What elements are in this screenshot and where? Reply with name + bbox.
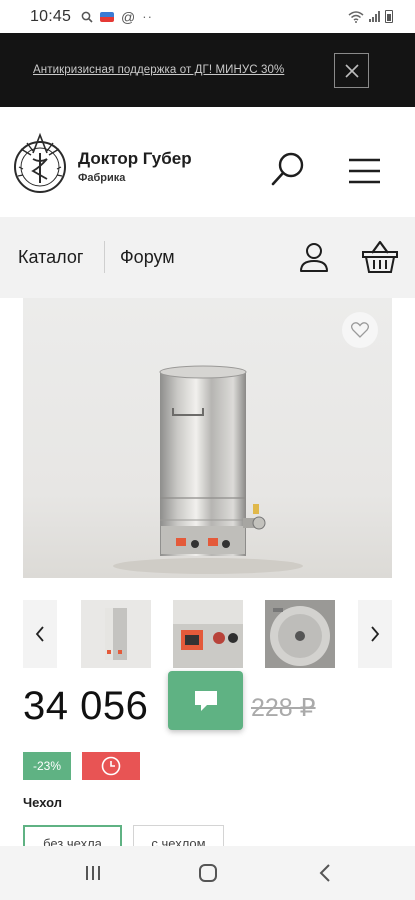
thumbnail-inside-image <box>265 600 335 668</box>
cart-button[interactable] <box>361 239 399 275</box>
search-icon <box>271 152 304 186</box>
nav-divider <box>104 241 105 273</box>
promo-banner: Антикризисная поддержка от ДГ! МИНУС 30% <box>0 33 415 107</box>
discount-badge: -23% <box>23 752 71 780</box>
home-button[interactable] <box>191 860 225 886</box>
product-main-image[interactable] <box>23 298 392 578</box>
thumbnail-controls-image <box>173 600 243 668</box>
price-current: 34 056 <box>23 684 149 728</box>
brand-logo[interactable] <box>11 129 69 195</box>
account-button[interactable] <box>297 240 331 274</box>
favorite-button[interactable] <box>342 312 378 348</box>
carousel-next-button[interactable] <box>358 600 392 668</box>
battery-icon <box>385 10 393 23</box>
chat-bubble-icon <box>194 690 217 711</box>
status-bar: 10:45 @ ·· <box>0 0 415 33</box>
price-old: 228 ₽ <box>251 694 316 722</box>
back-chevron-icon <box>319 864 330 882</box>
main-nav: Каталог Форум <box>0 217 415 298</box>
back-button[interactable] <box>308 860 342 886</box>
recent-apps-icon <box>86 866 100 880</box>
wifi-icon <box>348 10 364 23</box>
status-time: 10:45 <box>30 7 72 25</box>
clock-icon <box>101 756 121 776</box>
brand-name[interactable]: Доктор Губер <box>78 149 192 169</box>
home-icon <box>199 864 217 882</box>
recent-apps-button[interactable] <box>76 860 110 886</box>
user-icon <box>300 243 328 272</box>
close-icon <box>344 63 359 78</box>
more-dots-icon: ·· <box>142 9 153 24</box>
chevron-right-icon <box>371 626 380 642</box>
menu-button[interactable] <box>348 157 381 185</box>
nav-catalog-link[interactable]: Каталог <box>18 247 83 268</box>
option-title: Чехол <box>23 795 62 810</box>
basket-icon <box>362 240 398 273</box>
site-header: Доктор Губер Фабрика <box>0 107 415 217</box>
thumbnail-carousel <box>23 600 392 668</box>
carousel-prev-button[interactable] <box>23 600 57 668</box>
thumbnail-controls[interactable] <box>173 600 243 668</box>
thumbnail-tank-image <box>81 600 151 668</box>
heart-icon <box>351 322 369 338</box>
nav-forum-link[interactable]: Форум <box>120 247 175 268</box>
timer-badge <box>82 752 140 780</box>
product-photo-tank <box>113 365 303 574</box>
thumbnail-tank[interactable] <box>81 600 151 668</box>
signal-icon <box>369 11 380 22</box>
news-badge-icon <box>100 11 115 22</box>
promo-close-button[interactable] <box>334 53 369 88</box>
at-icon: @ <box>121 8 136 25</box>
system-navigation-bar <box>0 846 415 900</box>
chat-widget-button[interactable] <box>168 671 243 730</box>
chevron-left-icon <box>35 626 44 642</box>
search-button[interactable] <box>268 149 308 189</box>
search-icon <box>81 11 93 23</box>
hamburger-menu-icon <box>349 158 380 184</box>
thumbnail-inside[interactable] <box>265 600 335 668</box>
promo-link[interactable]: Антикризисная поддержка от ДГ! МИНУС 30% <box>33 64 284 76</box>
brand-subtitle: Фабрика <box>78 172 126 184</box>
